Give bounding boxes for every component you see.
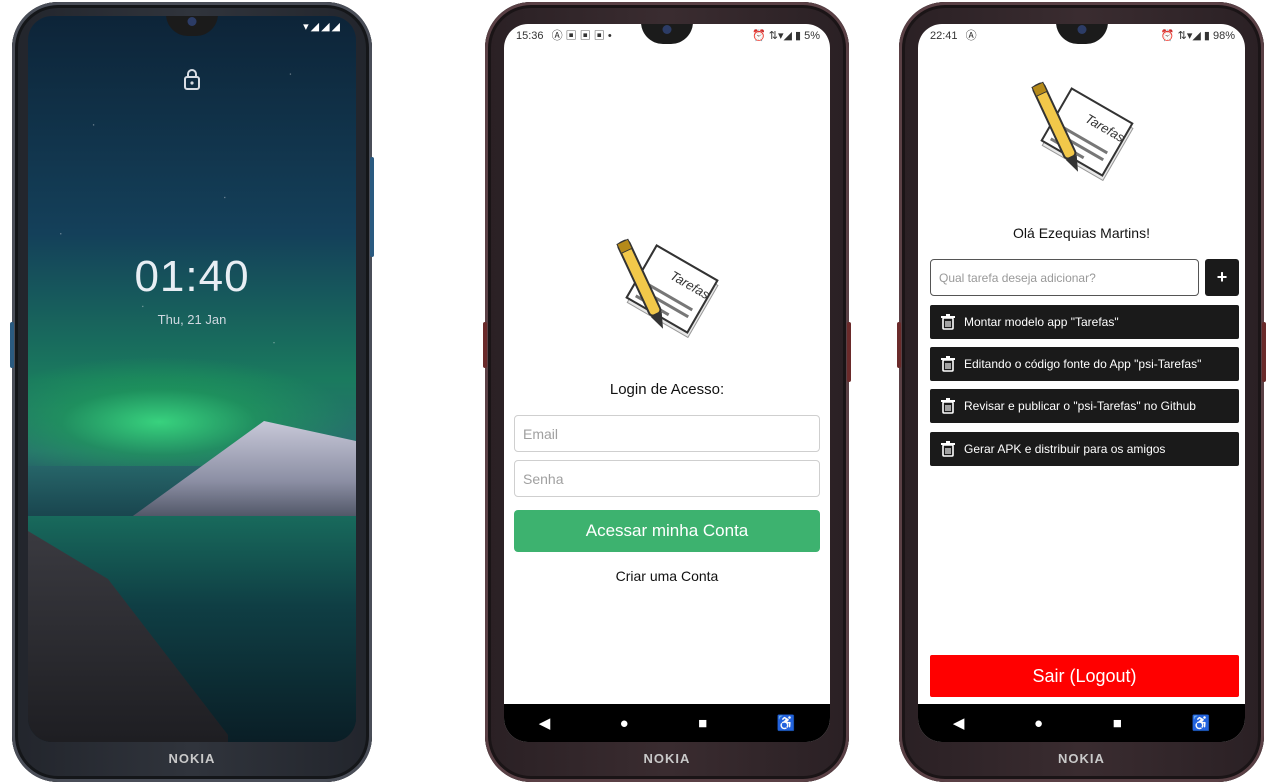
navigation-bar: ◀ ● ■ ♿ (504, 704, 830, 742)
login-button[interactable]: Acessar minha Conta (514, 510, 820, 552)
lock-date: Thu, 21 Jan (157, 312, 227, 327)
phone-tasks: 22:41 Ⓐ ⏰ ⇅▾◢ ▮ 98% Tarefas Olá Ezequias… (897, 2, 1266, 782)
login-title: Login de Acesso: (609, 381, 725, 398)
front-camera (187, 17, 197, 26)
task-item: Revisar e publicar o "psi-Tarefas" no Gi… (930, 389, 1239, 423)
power-button (847, 322, 851, 382)
trash-icon[interactable] (940, 314, 956, 330)
tasks-screen: 22:41 Ⓐ ⏰ ⇅▾◢ ▮ 98% Tarefas Olá Ezequias… (918, 24, 1245, 742)
greeting: Olá Ezequias Martins! (1013, 225, 1150, 241)
back-icon[interactable]: ◀ (953, 714, 965, 732)
app-logo: Tarefas (612, 219, 722, 349)
status-left: 22:41 Ⓐ (930, 27, 982, 43)
trash-icon[interactable] (940, 441, 956, 457)
notification-icons: Ⓐ (965, 30, 977, 42)
power-button (10, 322, 14, 368)
brand-logo: NOKIA (643, 751, 691, 766)
volume-button (483, 322, 487, 368)
accessibility-icon[interactable]: ♿ (777, 714, 796, 732)
lock-clock: 01:40 (134, 252, 250, 301)
email-field[interactable]: Email (514, 415, 820, 452)
logout-button[interactable]: Sair (Logout) (930, 655, 1239, 697)
trash-icon[interactable] (940, 356, 956, 372)
volume-button (897, 322, 901, 368)
power-button (1262, 322, 1266, 382)
brand-logo: NOKIA (168, 751, 216, 766)
front-camera (1077, 25, 1086, 34)
recents-icon[interactable]: ■ (1113, 715, 1122, 732)
battery-status: ⏰ ⇅▾◢ ▮ 98% (1160, 29, 1235, 42)
task-label: Montar modelo app "Tarefas" (964, 315, 1119, 329)
phone-lockscreen: ▾◢◢◢ 01:40 Thu, 21 Jan NOKIA (10, 2, 374, 782)
lock-icon[interactable] (183, 68, 201, 96)
app-logo: Tarefas (1027, 62, 1137, 192)
accessibility-icon[interactable]: ♿ (1191, 714, 1210, 732)
status-time: 22:41 (930, 30, 958, 42)
status-right: ⏰ ⇅▾◢ ▮ 5% (748, 29, 820, 42)
create-account-link[interactable]: Criar uma Conta (504, 568, 830, 584)
notification-icons: Ⓐ ▣ ▣ ▣ • (551, 30, 612, 42)
status-icons: ▾◢◢◢ (303, 21, 342, 33)
task-item: Montar modelo app "Tarefas" (930, 305, 1239, 339)
task-label: Revisar e publicar o "psi-Tarefas" no Gi… (964, 399, 1196, 413)
task-item: Gerar APK e distribuir para os amigos (930, 432, 1239, 466)
login-screen: 15:36 Ⓐ ▣ ▣ ▣ • ⏰ ⇅▾◢ ▮ 5% Tarefas Login… (504, 24, 830, 742)
status-right: ⏰ ⇅▾◢ ▮ 98% (1157, 29, 1235, 42)
status-left: 15:36 Ⓐ ▣ ▣ ▣ • (516, 27, 617, 43)
volume-button (370, 157, 374, 257)
task-label: Editando o código fonte do App "psi-Tare… (964, 357, 1202, 371)
password-field[interactable]: Senha (514, 460, 820, 497)
stage: ▾◢◢◢ 01:40 Thu, 21 Jan NOKIA 15:36 Ⓐ ▣ ▣… (0, 0, 1280, 783)
task-item: Editando o código fonte do App "psi-Tare… (930, 347, 1239, 381)
home-icon[interactable]: ● (1034, 715, 1043, 732)
lock-screen: ▾◢◢◢ 01:40 Thu, 21 Jan (28, 16, 356, 742)
trash-icon[interactable] (940, 398, 956, 414)
recents-icon[interactable]: ■ (698, 715, 707, 732)
add-task-button[interactable]: + (1205, 259, 1239, 296)
phone-login: 15:36 Ⓐ ▣ ▣ ▣ • ⏰ ⇅▾◢ ▮ 5% Tarefas Login… (483, 2, 851, 782)
battery-status: ⏰ ⇅▾◢ ▮ 5% (751, 29, 820, 42)
status-time: 15:36 (516, 30, 544, 42)
brand-logo: NOKIA (1058, 751, 1105, 766)
front-camera (662, 25, 672, 34)
navigation-bar: ◀ ● ■ ♿ (918, 704, 1245, 742)
back-icon[interactable]: ◀ (539, 714, 551, 732)
home-icon[interactable]: ● (620, 715, 629, 732)
task-label: Gerar APK e distribuir para os amigos (964, 442, 1166, 456)
task-input[interactable]: Qual tarefa deseja adicionar? (930, 259, 1199, 296)
